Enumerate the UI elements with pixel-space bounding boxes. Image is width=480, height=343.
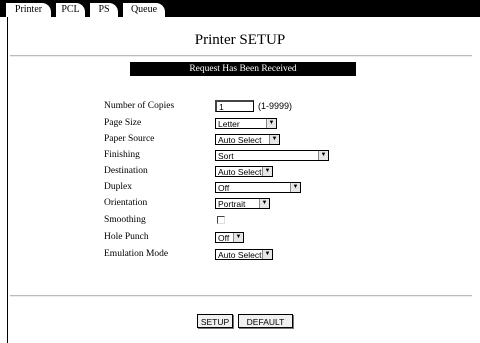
setup-button[interactable]: SETUP xyxy=(197,314,233,328)
tab-pcl-label: PCL xyxy=(61,4,80,15)
duplex-label: Duplex xyxy=(104,182,132,192)
page-size-label: Page Size xyxy=(104,118,142,128)
tab-bar: Printer PCL PS Queue xyxy=(0,0,480,17)
destination-value: Auto Select xyxy=(218,167,262,177)
smoothing-checkbox[interactable] xyxy=(217,216,225,224)
tab-printer-label: Printer xyxy=(14,4,43,15)
tab-ps-label: PS xyxy=(98,4,110,15)
tab-pcl[interactable]: PCL xyxy=(56,3,85,17)
finishing-label: Finishing xyxy=(104,150,140,160)
orientation-label: Orientation xyxy=(104,198,148,208)
hole-punch-select[interactable]: Off ▼ xyxy=(215,232,244,243)
left-frame-border xyxy=(7,17,8,343)
copies-range: (1-9999) xyxy=(258,101,293,111)
status-banner: Request Has Been Received xyxy=(130,62,356,76)
chevron-down-icon[interactable]: ▼ xyxy=(269,135,279,144)
tab-ps[interactable]: PS xyxy=(90,3,118,17)
hole-punch-value: Off xyxy=(218,233,230,243)
emulation-mode-value: Auto Select xyxy=(218,250,262,260)
chevron-down-icon[interactable]: ▼ xyxy=(266,119,276,128)
chevron-down-icon[interactable]: ▼ xyxy=(262,167,272,176)
chevron-down-icon[interactable]: ▼ xyxy=(290,183,300,192)
smoothing-label: Smoothing xyxy=(104,215,146,225)
page-title: Printer SETUP xyxy=(194,32,286,48)
finishing-value: Sort xyxy=(218,151,234,161)
paper-source-label: Paper Source xyxy=(104,134,155,144)
duplex-select[interactable]: Off ▼ xyxy=(215,182,301,193)
page-size-select[interactable]: Letter ▼ xyxy=(215,118,277,129)
chevron-down-icon[interactable]: ▼ xyxy=(233,233,243,242)
copies-label: Number of Copies xyxy=(104,101,175,111)
chevron-down-icon[interactable]: ▼ xyxy=(318,151,328,160)
emulation-mode-select[interactable]: Auto Select ▼ xyxy=(215,249,273,260)
destination-select[interactable]: Auto Select ▼ xyxy=(215,166,273,177)
paper-source-value: Auto Select xyxy=(218,135,262,145)
orientation-select[interactable]: Portrait ▼ xyxy=(215,198,270,209)
destination-label: Destination xyxy=(104,166,148,176)
emulation-mode-label: Emulation Mode xyxy=(104,249,169,259)
tab-queue-label: Queue xyxy=(130,4,158,15)
duplex-value: Off xyxy=(218,183,230,193)
orientation-value: Portrait xyxy=(218,199,246,209)
default-button[interactable]: DEFAULT xyxy=(238,314,293,328)
divider-top xyxy=(10,55,472,57)
tab-printer[interactable]: Printer xyxy=(6,3,51,17)
hole-punch-label: Hole Punch xyxy=(104,232,149,242)
finishing-select[interactable]: Sort ▼ xyxy=(215,150,329,161)
paper-source-select[interactable]: Auto Select ▼ xyxy=(215,134,280,145)
copies-input[interactable]: 1 xyxy=(215,100,254,112)
chevron-down-icon[interactable]: ▼ xyxy=(262,250,272,259)
page-size-value: Letter xyxy=(218,119,240,129)
divider-bottom xyxy=(10,295,472,297)
tab-queue[interactable]: Queue xyxy=(123,3,165,17)
chevron-down-icon[interactable]: ▼ xyxy=(259,199,269,208)
